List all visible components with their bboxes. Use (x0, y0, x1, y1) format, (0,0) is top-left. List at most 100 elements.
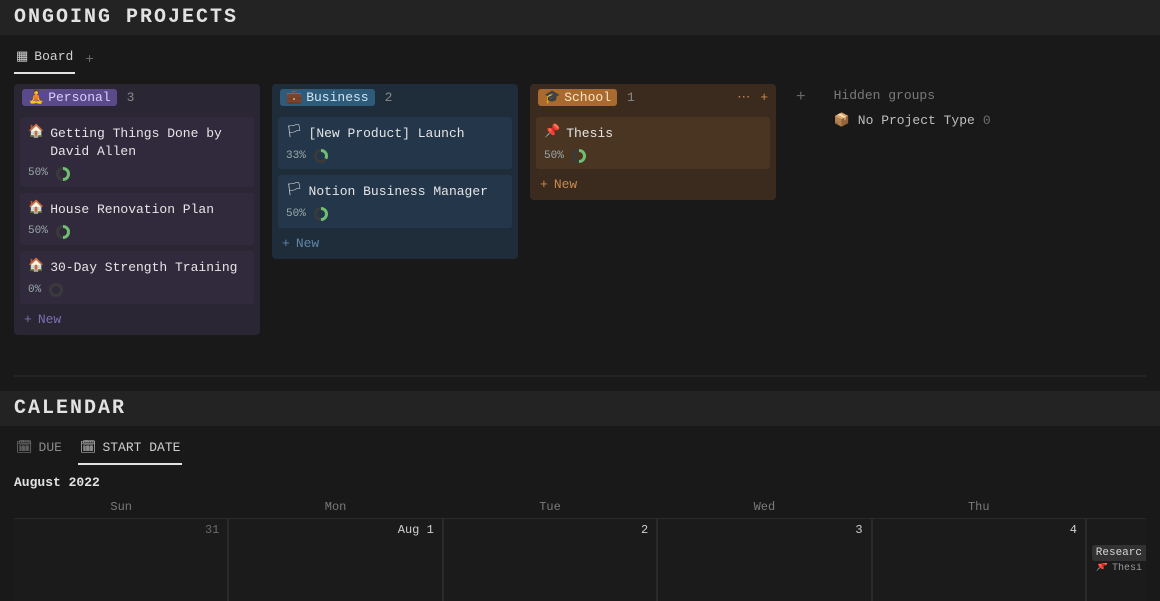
calendar-icon: 🗓 (80, 441, 97, 454)
calendar-header: CALENDAR (0, 391, 1160, 426)
card-personal-2[interactable]: 🏠 30-Day Strength Training 0% (20, 251, 254, 303)
tab-start-date[interactable]: 🗓 START DATE (78, 436, 183, 465)
new-label: New (296, 236, 319, 251)
progress-ring-icon (49, 283, 63, 297)
board-icon: ▦ (16, 50, 28, 63)
calendar-body: 31 Aug 1 2 3 4 Researc 📌 Thesi (14, 518, 1146, 601)
progress-pct: 50% (28, 166, 48, 181)
day-head-mon: Mon (228, 496, 442, 518)
day-number: 31 (205, 523, 219, 537)
column-personal-tag: 🧘 Personal (22, 89, 117, 106)
day-cell-31[interactable]: 31 (14, 518, 228, 601)
hidden-group-count: 0 (983, 113, 991, 128)
plus-icon[interactable]: + (760, 91, 768, 104)
home-icon: 🏠 (28, 259, 44, 272)
card-personal-0[interactable]: 🏠 Getting Things Done by David Allen 50% (20, 117, 254, 187)
business-emoji-icon: 💼 (286, 91, 302, 104)
calendar-month: August 2022 (0, 465, 1160, 496)
pin-icon: 📌 (544, 125, 560, 138)
new-label: New (38, 312, 61, 327)
card-title: Thesis (566, 125, 613, 143)
day-number: 4 (1070, 523, 1077, 537)
box-icon: 📦 (834, 114, 850, 127)
tab-due-label: DUE (39, 440, 62, 455)
column-personal-header[interactable]: 🧘 Personal 3 (14, 84, 260, 111)
tab-start-label: START DATE (102, 440, 180, 455)
day-cell-aug-1[interactable]: Aug 1 (228, 518, 442, 601)
day-head-wed: Wed (657, 496, 871, 518)
day-head-thu: Thu (872, 496, 1086, 518)
new-label: New (554, 177, 577, 192)
progress-ring-icon (314, 149, 328, 163)
plus-icon: + (24, 313, 32, 326)
tab-board-label: Board (34, 49, 73, 64)
day-head-tue: Tue (443, 496, 657, 518)
day-cell-overflow[interactable]: Researc 📌 Thesi (1086, 518, 1146, 601)
day-number: 2 (641, 523, 648, 537)
home-icon: 🏠 (28, 201, 44, 214)
progress-pct: 50% (286, 207, 306, 222)
column-personal-label: Personal (48, 90, 110, 105)
section-divider (14, 375, 1146, 377)
projects-title: ONGOING PROJECTS (14, 6, 238, 29)
calendar-day-headers: Sun Mon Tue Wed Thu (14, 496, 1146, 518)
progress-ring-icon (314, 207, 328, 221)
column-business-header[interactable]: 💼 Business 2 (272, 84, 518, 111)
progress-pct: 33% (286, 149, 306, 164)
column-business-tag: 💼 Business (280, 89, 375, 106)
pin-icon: 📌 (1096, 563, 1108, 573)
column-business-count: 2 (385, 90, 393, 105)
add-column-button[interactable]: + (788, 84, 814, 110)
flag-icon: 🏳 (286, 125, 303, 138)
board: 🧘 Personal 3 🏠 Getting Things Done by Da… (0, 74, 1160, 355)
column-school: 🎓 School 1 ⋯ + 📌 Thesis 50% + New (530, 84, 776, 200)
hidden-group-no-type[interactable]: 📦 No Project Type 0 (834, 113, 991, 128)
column-school-count: 1 (627, 90, 635, 105)
day-cell-4[interactable]: 4 (872, 518, 1086, 601)
column-school-new[interactable]: + New (540, 177, 766, 192)
tab-board[interactable]: ▦ Board (14, 45, 75, 74)
progress-ring-icon (56, 167, 70, 181)
personal-emoji-icon: 🧘 (28, 91, 44, 104)
column-personal-count: 3 (127, 90, 135, 105)
day-head-overflow (1086, 496, 1146, 518)
day-cell-2[interactable]: 2 (443, 518, 657, 601)
card-title: Getting Things Done by David Allen (50, 125, 246, 160)
projects-view-tabs: ▦ Board + (0, 35, 1160, 74)
calendar-event-sub: 📌 Thesi (1092, 563, 1146, 574)
card-school-0[interactable]: 📌 Thesis 50% (536, 117, 770, 169)
column-personal: 🧘 Personal 3 🏠 Getting Things Done by Da… (14, 84, 260, 335)
event-title: Researc (1096, 547, 1142, 559)
column-business-new[interactable]: + New (282, 236, 508, 251)
tab-due[interactable]: 🗓 DUE (14, 436, 64, 465)
column-business-label: Business (306, 90, 368, 105)
column-school-header[interactable]: 🎓 School 1 ⋯ + (530, 84, 776, 111)
flag-icon: 🏳 (286, 183, 303, 196)
column-personal-new[interactable]: + New (24, 312, 250, 327)
card-personal-1[interactable]: 🏠 House Renovation Plan 50% (20, 193, 254, 245)
card-title: Notion Business Manager (309, 183, 488, 201)
progress-ring-icon (56, 225, 70, 239)
calendar-view-tabs: 🗓 DUE 🗓 START DATE (0, 426, 1160, 465)
card-title: [New Product] Launch (309, 125, 465, 143)
day-cell-3[interactable]: 3 (657, 518, 871, 601)
school-emoji-icon: 🎓 (544, 91, 560, 104)
hidden-groups-title: Hidden groups (834, 88, 991, 103)
plus-icon: + (540, 178, 548, 191)
column-school-tag: 🎓 School (538, 89, 617, 106)
add-view-button[interactable]: + (85, 53, 93, 67)
projects-header: ONGOING PROJECTS (0, 0, 1160, 35)
card-business-1[interactable]: 🏳 Notion Business Manager 50% (278, 175, 512, 227)
progress-pct: 50% (28, 224, 48, 239)
calendar-event[interactable]: Researc (1092, 545, 1146, 561)
column-business: 💼 Business 2 🏳 [New Product] Launch 33% … (272, 84, 518, 259)
more-icon[interactable]: ⋯ (737, 91, 750, 104)
plus-icon: + (282, 237, 290, 250)
card-business-0[interactable]: 🏳 [New Product] Launch 33% (278, 117, 512, 169)
column-school-label: School (564, 90, 611, 105)
calendar-icon: 🗓 (16, 441, 33, 454)
event-sub-label: Thesi (1112, 563, 1142, 574)
progress-pct: 50% (544, 149, 564, 164)
calendar-title: CALENDAR (14, 397, 126, 420)
day-number: Aug 1 (398, 523, 434, 537)
